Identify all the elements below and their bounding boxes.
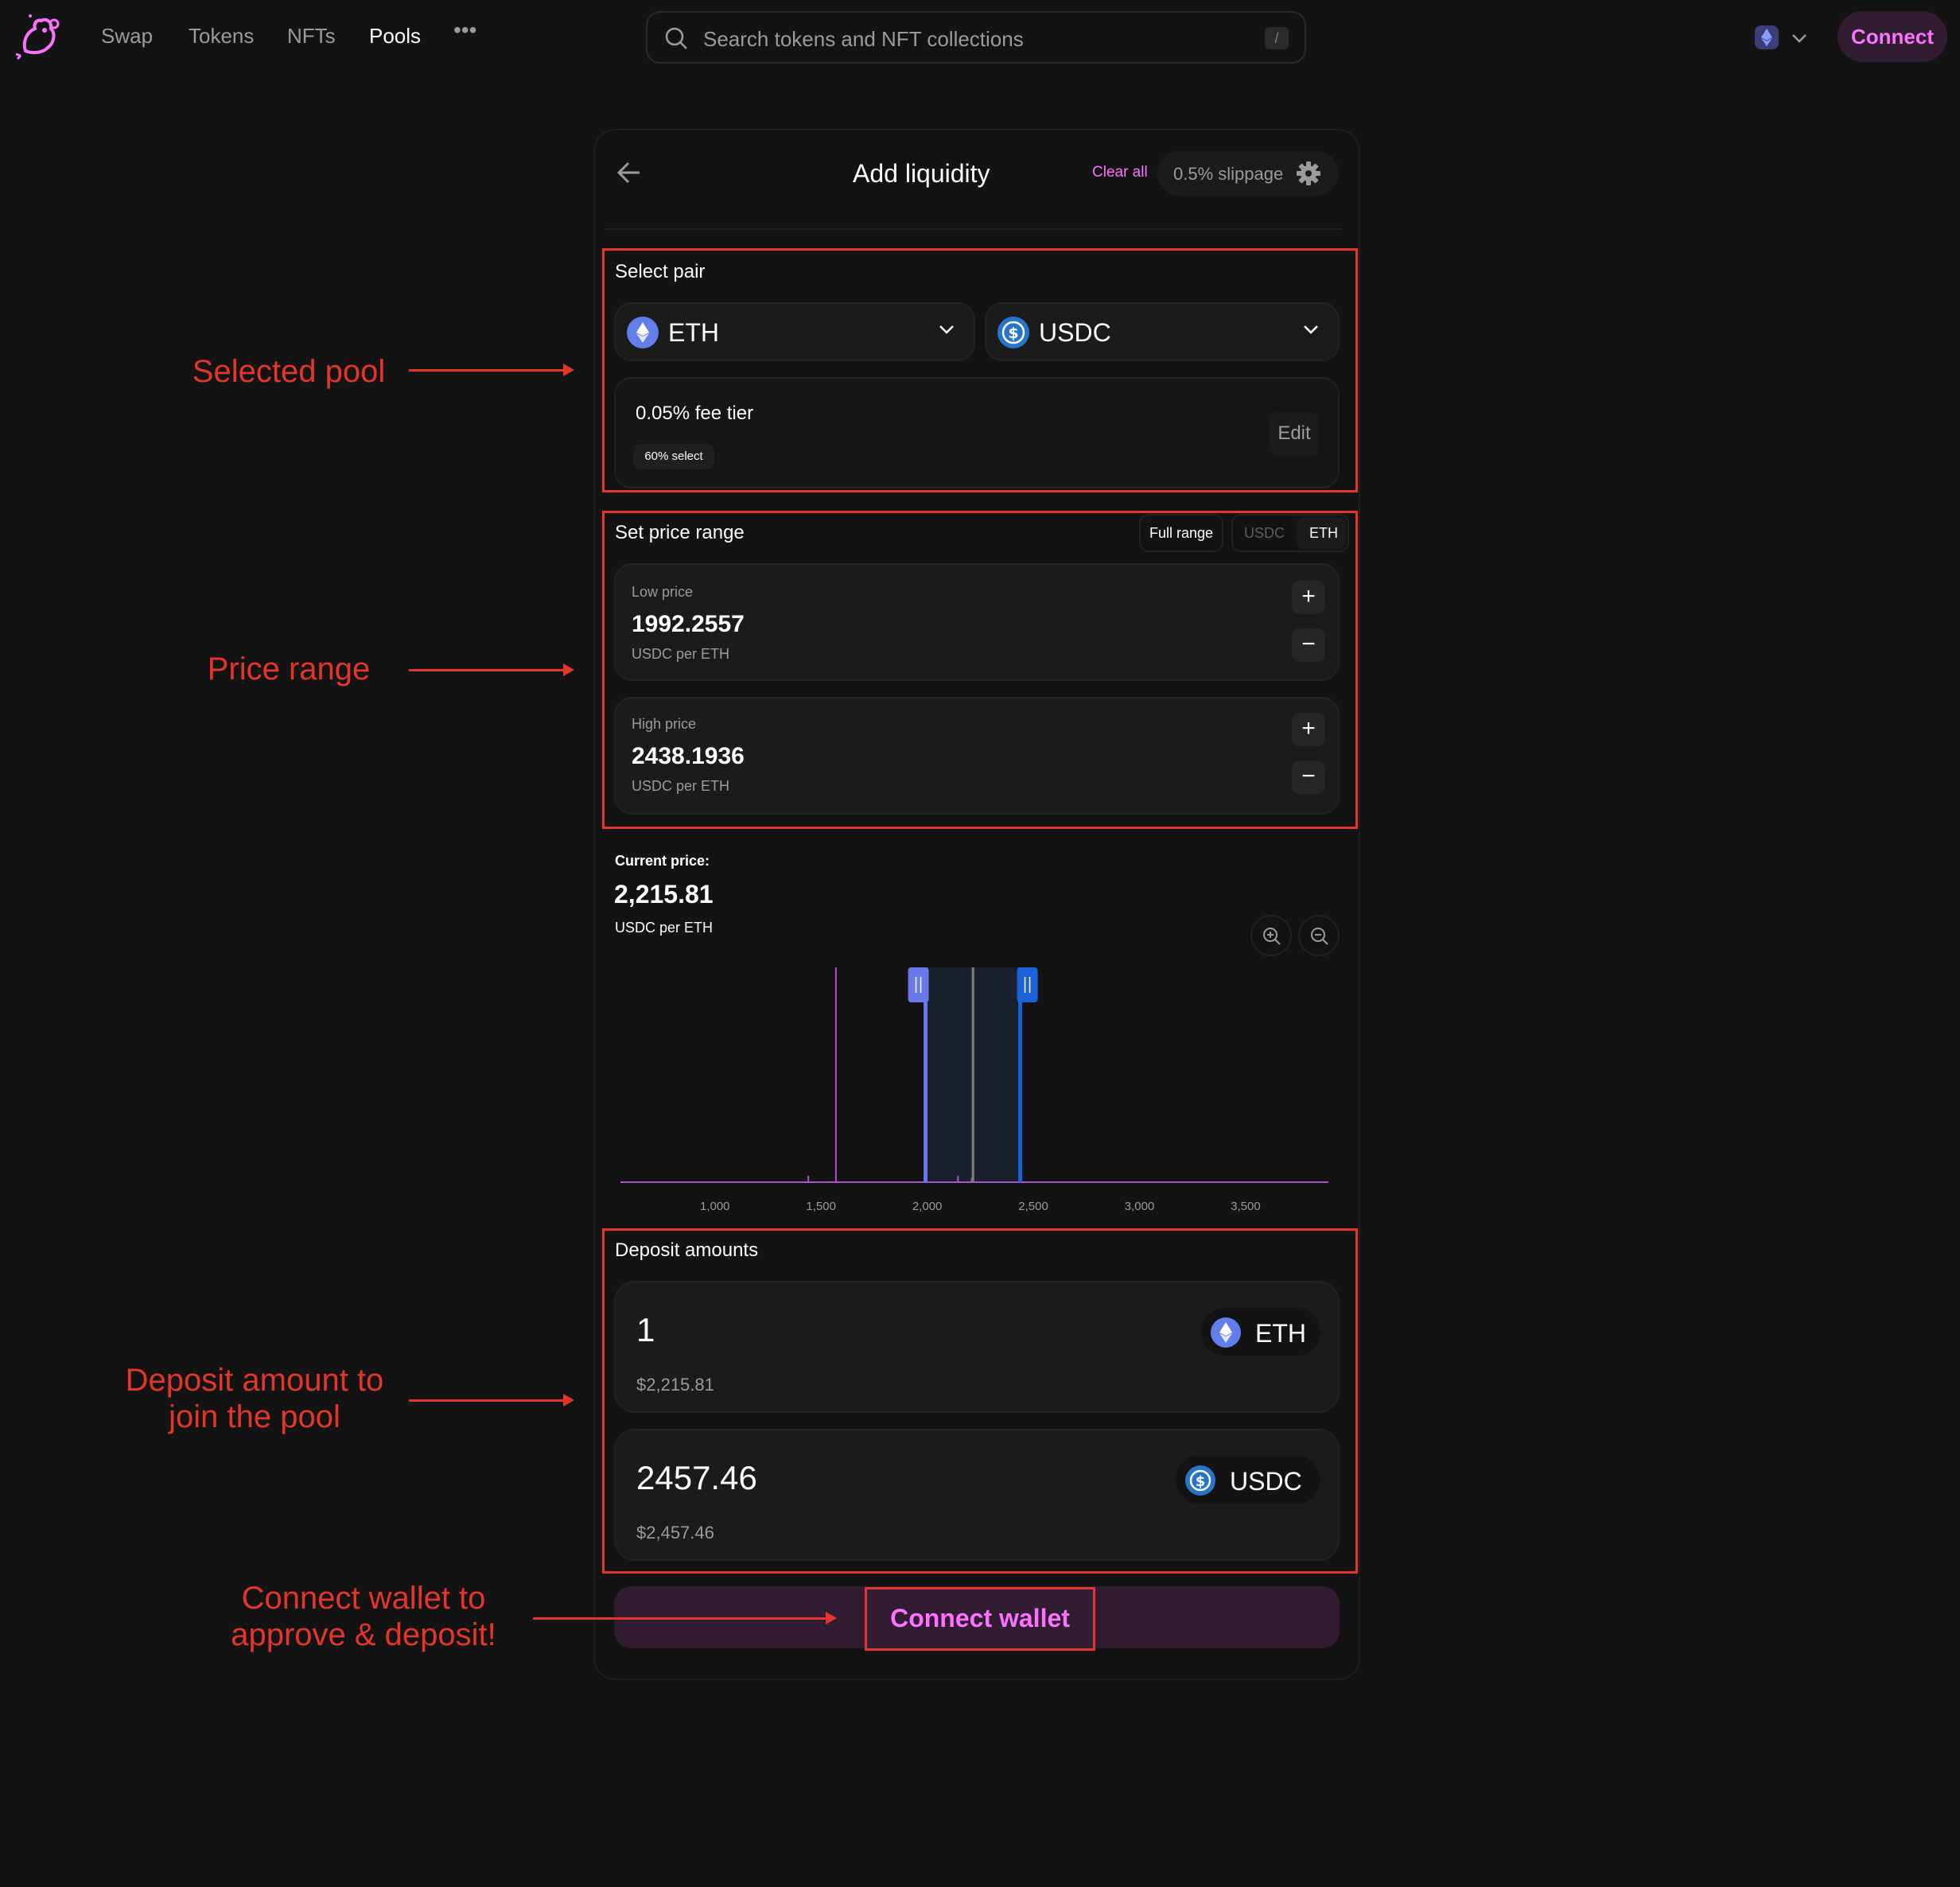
- slippage-label: 0.5% slippage: [1173, 164, 1284, 184]
- zoom-out-icon: [1309, 926, 1330, 951]
- connect-wallet-highlight: [865, 1587, 1095, 1651]
- zoom-in-icon: [1262, 926, 1282, 951]
- nav-nfts[interactable]: NFTs: [287, 24, 336, 49]
- header-divider: [606, 228, 1341, 230]
- current-price-label: Current price:: [615, 853, 710, 869]
- slippage-settings-button[interactable]: 0.5% slippage: [1157, 151, 1339, 196]
- x-tick-label: 1,000: [699, 1200, 730, 1213]
- arrow-head: [826, 1612, 837, 1624]
- nav-pools[interactable]: Pools: [369, 24, 421, 49]
- annotation-price-range: Price range: [207, 652, 371, 687]
- gear-icon: [1296, 161, 1321, 191]
- arrow-line: [409, 369, 565, 372]
- search-input[interactable]: Search tokens and NFT collections: [703, 27, 1024, 52]
- annotation-connect-line2: approve & deposit!: [231, 1617, 496, 1652]
- arrow-head: [563, 364, 574, 376]
- high-range-handle[interactable]: [1017, 967, 1038, 1002]
- liquidity-chart[interactable]: [605, 955, 1344, 1193]
- annotation-connect: Connect wallet to approve & deposit!: [215, 1580, 512, 1653]
- x-tick-label: 3,000: [1124, 1200, 1155, 1213]
- annotation-selected-pool: Selected pool: [192, 354, 386, 389]
- nav-swap[interactable]: Swap: [101, 24, 153, 49]
- annotation-deposit-line2: join the pool: [169, 1399, 340, 1434]
- arrow-head: [563, 1394, 574, 1406]
- current-price-value: 2,215.81: [614, 880, 714, 908]
- arrow-line: [533, 1617, 827, 1620]
- arrow-line: [409, 669, 565, 671]
- annotation-deposit: Deposit amount to join the pool: [111, 1362, 398, 1435]
- x-tick-label: 3,500: [1231, 1200, 1261, 1213]
- page-title: Add liquidity: [853, 159, 990, 188]
- selected-pool-highlight: [602, 248, 1358, 492]
- search-icon: [663, 25, 689, 55]
- annotation-deposit-line1: Deposit amount to: [125, 1363, 384, 1398]
- chevron-down-icon: [1790, 29, 1809, 52]
- clear-all-button[interactable]: Clear all: [1092, 164, 1148, 181]
- arrow-line: [409, 1399, 565, 1402]
- deposit-highlight: [602, 1228, 1358, 1574]
- ethereum-network-icon: [1755, 25, 1779, 49]
- back-arrow-icon[interactable]: [616, 159, 643, 190]
- nav-tokens[interactable]: Tokens: [189, 24, 254, 49]
- current-price-unit: USDC per ETH: [615, 920, 714, 936]
- zoom-out-button[interactable]: [1298, 915, 1340, 956]
- uniswap-logo[interactable]: [11, 11, 64, 64]
- network-selector[interactable]: [1755, 24, 1815, 53]
- connect-button[interactable]: Connect: [1838, 11, 1947, 62]
- low-range-handle[interactable]: [908, 967, 929, 1002]
- arrow-head: [563, 663, 574, 676]
- x-tick-label: 2,000: [912, 1200, 943, 1213]
- annotation-connect-line1: Connect wallet to: [241, 1581, 486, 1616]
- zoom-in-button[interactable]: [1250, 915, 1292, 956]
- x-tick-label: 2,500: [1018, 1200, 1048, 1213]
- nav-more-icon[interactable]: •••: [453, 18, 476, 43]
- search-bar[interactable]: Search tokens and NFT collections /: [646, 11, 1306, 64]
- price-range-highlight: [602, 511, 1358, 829]
- search-shortcut-key: /: [1265, 27, 1289, 49]
- x-tick-label: 1,500: [806, 1200, 836, 1213]
